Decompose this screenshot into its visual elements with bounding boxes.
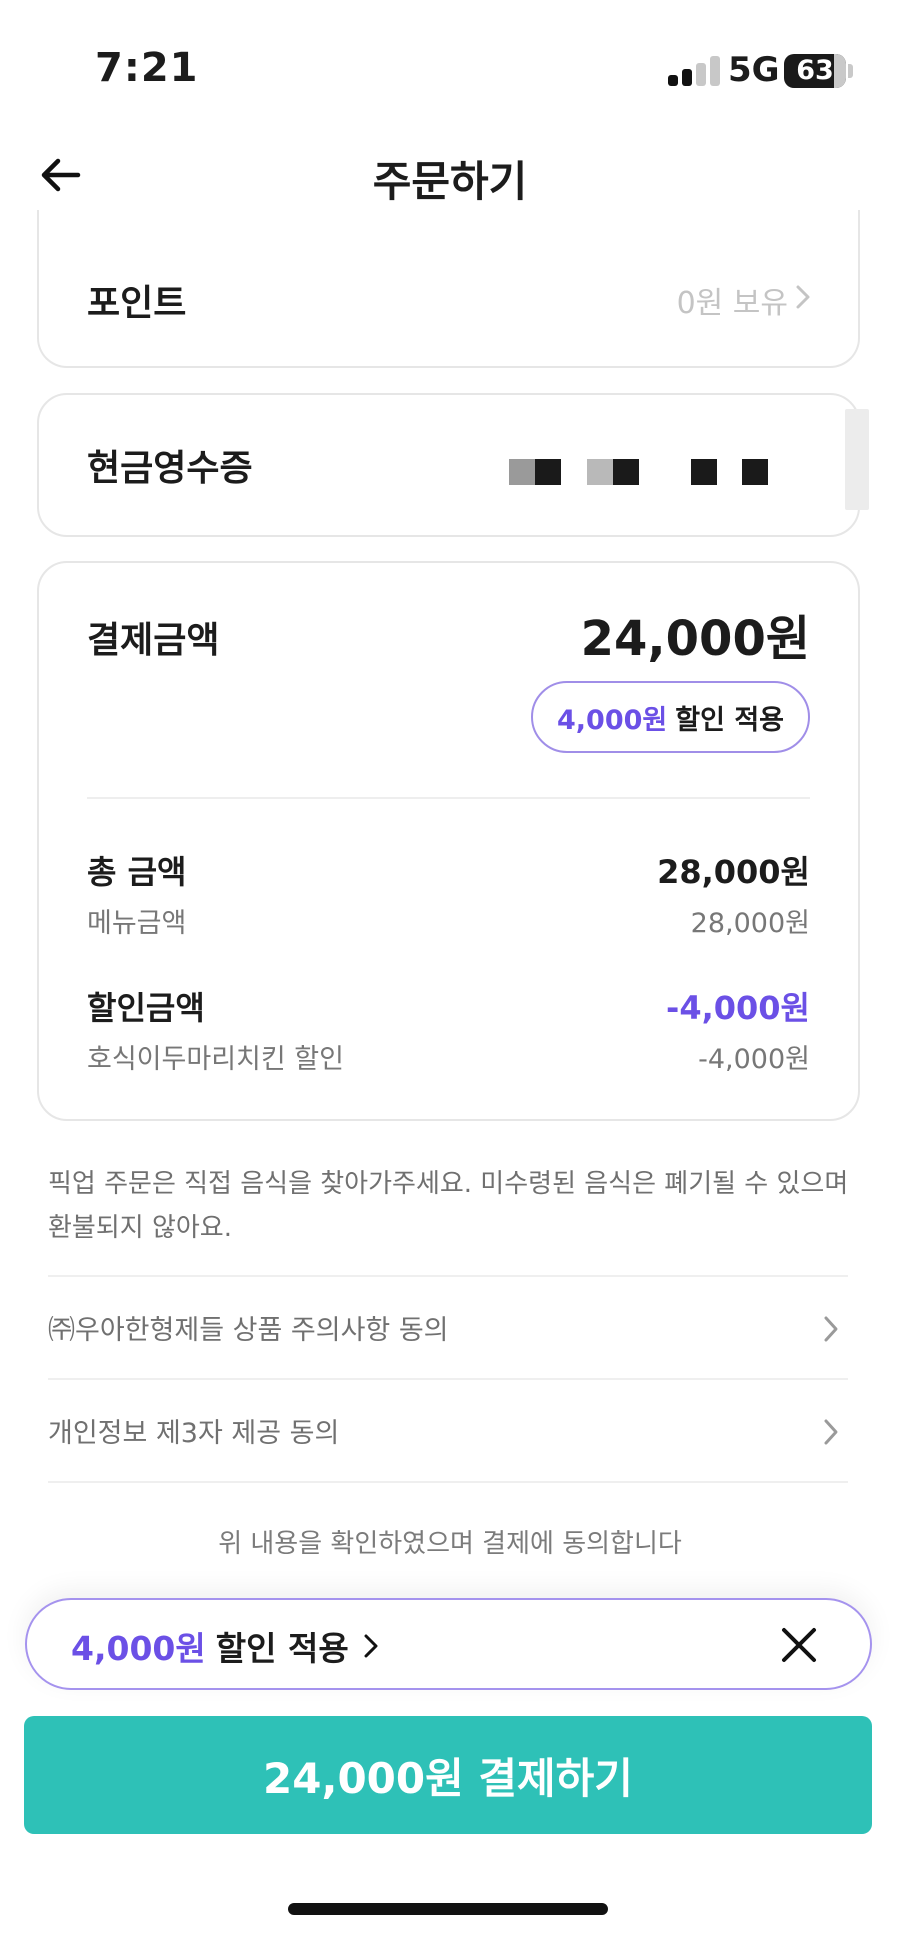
cellular-signal-icon (668, 56, 724, 86)
agreement-label: ㈜우아한형제들 상품 주의사항 동의 (48, 1315, 449, 1346)
agreement-row-product-notice[interactable]: ㈜우아한형제들 상품 주의사항 동의 (48, 1275, 848, 1378)
discount-chip-text: 할인 적용 (675, 704, 784, 736)
pay-button[interactable]: 24,000원 결제하기 (24, 1716, 872, 1834)
discount-applied-chip[interactable]: 4,000원 할인 적용 (530, 681, 810, 753)
masked-receipt-number (509, 459, 717, 485)
discount-banner-amount: 4,000원 (71, 1629, 206, 1668)
total-amount-value: 28,000원 (657, 853, 810, 891)
payment-amount-label: 결제금액 (87, 620, 220, 661)
cash-receipt-label: 현금영수증 (87, 448, 253, 489)
payment-total: 24,000원 (580, 611, 810, 667)
points-row[interactable]: 포인트 0원 보유 (37, 210, 860, 368)
close-icon[interactable] (778, 1624, 820, 1666)
divider (87, 797, 810, 799)
chevron-right-icon (824, 1419, 838, 1445)
masked-receipt-digit (742, 459, 768, 485)
menu-amount-label: 메뉴금액 (87, 908, 187, 939)
battery-level: 63 (796, 55, 834, 86)
total-amount-label: 총 금액 (87, 853, 187, 891)
discount-banner[interactable]: 4,000원 할인 적용 (25, 1598, 872, 1690)
cash-receipt-row[interactable]: 현금영수증 (37, 393, 860, 537)
status-bar: 7:21 5G 63 (0, 0, 900, 140)
points-balance: 0원 보유 (676, 286, 788, 321)
chevron-right-icon (796, 285, 810, 309)
points-label: 포인트 (87, 283, 187, 324)
page-title: 주문하기 (372, 157, 528, 206)
agreement-label: 개인정보 제3자 제공 동의 (48, 1418, 340, 1449)
discount-amount-label: 할인금액 (87, 989, 205, 1027)
payment-summary: 결제금액 24,000원 4,000원 할인 적용 총 금액 28,000원 메… (37, 561, 860, 1121)
battery-cap (848, 64, 853, 78)
home-indicator[interactable] (288, 1903, 608, 1915)
chevron-right-icon (364, 1634, 378, 1658)
battery-icon: 63 (784, 54, 846, 88)
discount-banner-label: 할인 적용 (215, 1629, 349, 1668)
agreement-row-privacy[interactable]: 개인정보 제3자 제공 동의 (48, 1378, 848, 1481)
network-type: 5G (728, 50, 780, 90)
pickup-notice: 픽업 주문은 직접 음식을 찾아가주세요. 미수령된 음식은 폐기될 수 있으며… (48, 1169, 849, 1243)
store-discount-value: -4,000원 (698, 1044, 810, 1075)
status-time: 7:21 (95, 45, 199, 91)
discount-amount-value: -4,000원 (666, 989, 810, 1027)
divider (48, 1481, 848, 1483)
discount-banner-text[interactable]: 4,000원 할인 적용 (71, 1622, 379, 1670)
discount-chip-amount: 4,000원 (556, 704, 668, 736)
chevron-right-icon (824, 1316, 838, 1342)
scrollbar[interactable] (845, 409, 869, 510)
menu-amount-value: 28,000원 (690, 908, 810, 939)
store-discount-label: 호식이두마리치킨 할인 (87, 1044, 344, 1075)
consent-confirmation: 위 내용을 확인하였으며 결제에 동의합니다 (218, 1529, 682, 1559)
